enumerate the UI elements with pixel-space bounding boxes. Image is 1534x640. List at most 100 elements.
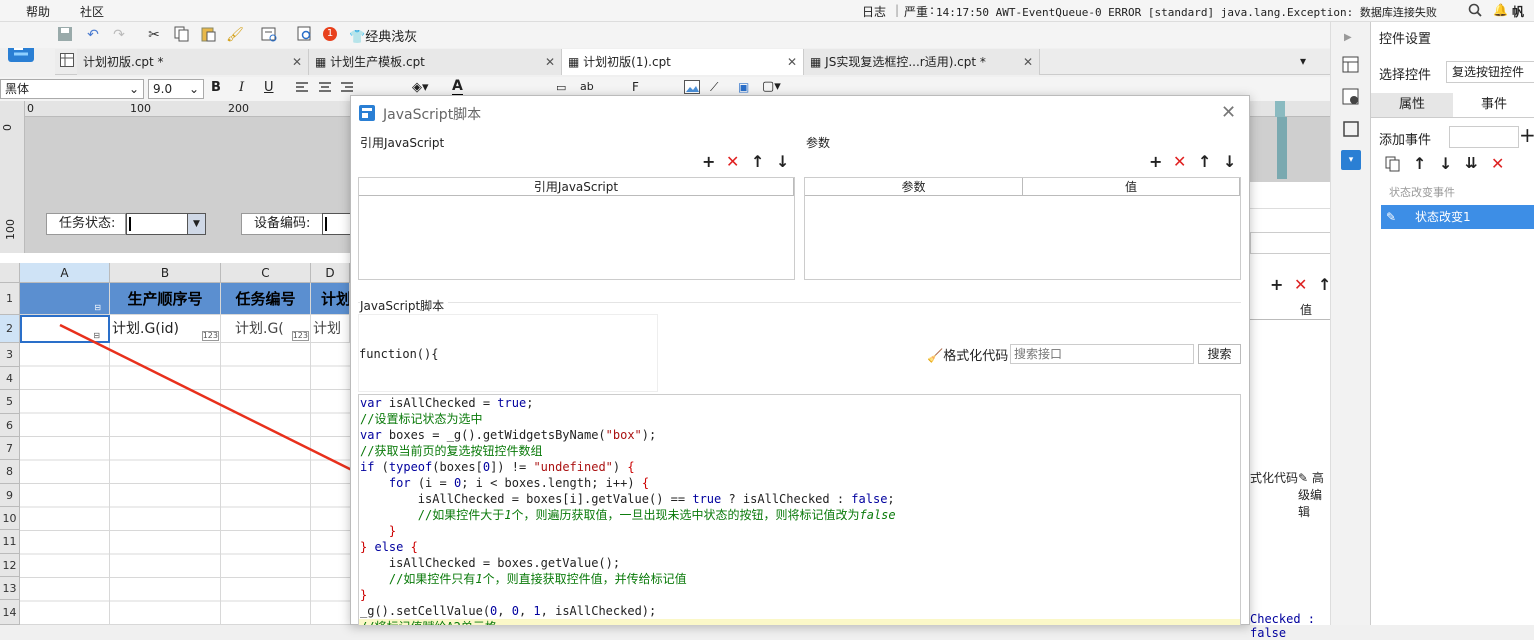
tab-production-template[interactable]: ▦ 计划生产模板.cpt ✕ xyxy=(309,49,562,75)
param-table[interactable]: 参数 值 xyxy=(804,177,1241,280)
cell-c2[interactable]: 计划.G( 123 xyxy=(221,315,311,343)
advanced-edit-link[interactable]: ✎ 高级编辑 xyxy=(1298,469,1330,520)
row-header[interactable]: 1 xyxy=(0,283,20,315)
row-header[interactable]: 11 xyxy=(0,530,20,554)
sub-report-icon[interactable]: ▣ xyxy=(738,80,749,94)
widget-attr-icon[interactable] xyxy=(1342,120,1360,141)
widget-select[interactable]: 复选按钮控件 xyxy=(1446,61,1534,83)
more-icon[interactable]: ▢▾ xyxy=(762,79,781,94)
slash-icon[interactable]: ⟋ xyxy=(710,80,718,95)
tab-plan-draft[interactable]: 计划初版.cpt * ✕ xyxy=(77,49,309,75)
border-icon[interactable]: ▭ xyxy=(556,81,566,94)
cell-a2-selected[interactable]: ⊟ xyxy=(20,315,110,343)
tab-properties[interactable]: 属性 xyxy=(1371,93,1453,117)
col-header-a[interactable]: A xyxy=(20,263,110,283)
italic-icon[interactable]: I xyxy=(239,80,244,95)
add-icon[interactable]: + xyxy=(1149,154,1162,170)
delete-icon[interactable]: ✕ xyxy=(1491,154,1504,173)
format-code-button[interactable]: 🧹格式化代码 xyxy=(927,345,1008,364)
search-button[interactable]: 搜索 xyxy=(1198,344,1241,364)
tab-plan-draft-1[interactable]: ▦ 计划初版(1).cpt ✕ xyxy=(562,49,804,75)
cell-b1[interactable]: 生产顺序号 xyxy=(110,283,221,315)
bell-icon[interactable]: 🔔 xyxy=(1493,3,1508,17)
save-icon[interactable] xyxy=(56,26,74,44)
ref-js-table[interactable]: 引用JavaScript xyxy=(358,177,795,280)
format-code-link[interactable]: 式化代码 xyxy=(1250,469,1298,486)
row-header[interactable]: 3 xyxy=(0,343,20,367)
copy-icon[interactable] xyxy=(1385,156,1401,175)
formula-icon[interactable]: F xyxy=(632,80,639,94)
copy-icon[interactable] xyxy=(172,26,190,44)
notification-badge[interactable]: 1 xyxy=(323,27,337,41)
row-header[interactable]: 9 xyxy=(0,484,20,507)
format-painter-icon[interactable]: 🖌 xyxy=(226,26,244,44)
close-icon[interactable]: ✕ xyxy=(292,49,302,75)
cut-icon[interactable]: ✂ xyxy=(145,26,163,44)
cell-d2[interactable]: 计划 xyxy=(311,315,350,343)
device-code-input[interactable] xyxy=(322,213,352,235)
row-header[interactable]: 14 xyxy=(0,600,20,625)
arrow-down-icon[interactable]: ↓ xyxy=(776,154,789,170)
font-size-select[interactable]: 9.0 ⌄ xyxy=(148,79,204,99)
arrow-up-icon[interactable]: ↑ xyxy=(751,154,764,170)
move-bottom-icon[interactable]: ⇊ xyxy=(1465,154,1478,172)
bold-icon[interactable]: B xyxy=(211,80,221,95)
tab-js-checkbox[interactable]: ▦ JS实现复选框控...r适用).cpt * ✕ xyxy=(804,49,1040,75)
code-editor[interactable]: var isAllChecked = true; //设置标记状态为选中 var… xyxy=(358,394,1241,626)
fill-color-icon[interactable]: ◈▾ xyxy=(412,80,429,95)
close-icon[interactable]: ✕ xyxy=(1023,49,1033,75)
template-icon[interactable] xyxy=(260,26,278,44)
collapse-icon[interactable]: ▶ xyxy=(1344,32,1352,43)
arrow-up-icon[interactable]: ↑ xyxy=(1413,154,1426,173)
col-header-c[interactable]: C xyxy=(221,263,311,283)
menu-help[interactable]: 帮助 xyxy=(26,3,50,20)
delete-icon[interactable]: ✕ xyxy=(1294,275,1307,294)
redo-icon[interactable]: ↷ xyxy=(110,26,128,44)
row-header[interactable]: 8 xyxy=(0,460,20,484)
event-item-selected[interactable]: ✎ 状态改变1 xyxy=(1381,205,1534,229)
close-icon[interactable]: ✕ xyxy=(787,49,797,75)
col-header-d[interactable]: D xyxy=(311,263,350,283)
underline-icon[interactable]: U xyxy=(264,80,274,95)
arrow-down-icon[interactable]: ↓ xyxy=(1439,154,1452,173)
row-header[interactable]: 4 xyxy=(0,367,20,390)
corner-cell[interactable] xyxy=(0,263,20,283)
align-center-icon[interactable] xyxy=(318,81,332,98)
undo-icon[interactable]: ↶ xyxy=(84,26,102,44)
cell-a1[interactable]: ⊟ xyxy=(20,283,110,315)
preview-icon[interactable] xyxy=(296,26,314,44)
text-icon[interactable]: ab xyxy=(580,80,594,93)
row-header[interactable]: 13 xyxy=(0,577,20,600)
event-type-select[interactable] xyxy=(1449,126,1519,148)
cell-attr-icon[interactable] xyxy=(1342,56,1360,77)
paste-icon[interactable] xyxy=(199,26,217,44)
search-icon[interactable] xyxy=(1468,3,1482,20)
arrow-down-icon[interactable]: ↓ xyxy=(1223,154,1236,170)
add-icon[interactable]: + xyxy=(1519,124,1534,146)
align-left-icon[interactable] xyxy=(295,81,309,98)
row-header[interactable]: 10 xyxy=(0,507,20,530)
row-header[interactable]: 12 xyxy=(0,554,20,577)
delete-icon[interactable]: ✕ xyxy=(726,154,739,170)
task-status-select[interactable]: ▼ xyxy=(126,213,206,235)
cell-element-icon[interactable] xyxy=(1342,88,1360,109)
cell-b2[interactable]: 计划.G(id) 123 xyxy=(110,315,221,343)
widget-settings-icon[interactable]: ▾ xyxy=(1341,150,1361,170)
col-header-b[interactable]: B xyxy=(110,263,221,283)
grid-body[interactable] xyxy=(20,343,350,625)
search-api-input[interactable] xyxy=(1010,344,1194,364)
theme-selector[interactable]: 👕经典浅灰 xyxy=(349,26,417,45)
add-icon[interactable]: + xyxy=(702,154,715,170)
close-icon[interactable]: ✕ xyxy=(545,49,555,75)
cell-c1[interactable]: 任务编号 xyxy=(221,283,311,315)
menu-community[interactable]: 社区 xyxy=(80,3,104,20)
row-header[interactable]: 2 xyxy=(0,315,20,343)
row-header[interactable]: 7 xyxy=(0,437,20,460)
add-icon[interactable]: + xyxy=(1270,275,1283,294)
cell-d1[interactable]: 计划 xyxy=(311,283,350,315)
tab-events[interactable]: 事件 xyxy=(1453,93,1534,117)
tab-menu-icon[interactable]: ▾ xyxy=(1300,54,1306,68)
row-header[interactable]: 5 xyxy=(0,390,20,414)
log-button[interactable]: 日志 xyxy=(862,3,886,20)
close-icon[interactable]: ✕ xyxy=(1221,102,1236,123)
